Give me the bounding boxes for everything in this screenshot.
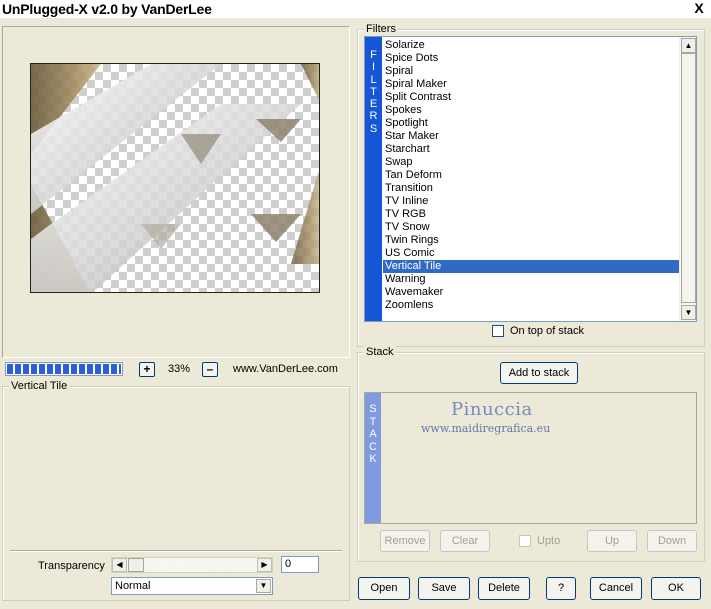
title-bar: UnPlugged-X v2.0 by VanDerLee X [0,0,711,18]
scroll-thumb[interactable] [681,53,696,303]
filter-list[interactable]: F I L T E R S Solarize Spice Dots Spiral Sp… [364,36,697,322]
vertical-tile-preview [31,64,319,292]
filter-item[interactable]: Zoomlens [383,299,680,312]
filter-item[interactable]: Warning [383,273,680,286]
scroll-up-icon[interactable]: ▲ [681,38,696,53]
filter-item[interactable]: Spice Dots [383,52,680,65]
transparency-input[interactable]: 0 [281,556,319,573]
filter-item[interactable]: Solarize [383,39,680,52]
up-button[interactable]: Up [587,530,637,552]
stack-vertical-label: S T A C K [365,393,381,523]
filter-item[interactable]: Starchart [383,143,680,156]
cancel-button[interactable]: Cancel [590,577,642,600]
filter-item[interactable]: Split Contrast [383,91,680,104]
filter-item[interactable]: Wavemaker [383,286,680,299]
stack-group-label: Stack [364,345,396,359]
delete-button[interactable]: Delete [478,577,530,600]
filter-item[interactable]: Tan Deform [383,169,680,182]
divider [10,550,342,552]
watermark-url: www.maidiregrafica.eu [421,422,551,435]
slider-thumb[interactable] [128,558,144,572]
filter-item[interactable]: Vertical Tile [383,260,680,273]
ok-button[interactable]: OK [651,577,701,600]
scroll-down-icon[interactable]: ▼ [681,305,696,320]
filter-item[interactable]: US Comic [383,247,680,260]
zoom-value: 33% [167,363,191,375]
filter-item[interactable]: Spiral [383,65,680,78]
progress-fill [7,364,121,374]
render-progress-bar [5,362,123,376]
on-top-of-stack-checkbox[interactable] [492,325,504,337]
stack-list[interactable]: S T A C K Pinuccia www.maidiregrafica.eu [364,392,697,524]
upto-checkbox[interactable] [519,535,531,547]
filters-group-label: Filters [364,22,398,36]
filter-item[interactable]: TV Snow [383,221,680,234]
slider-left-icon[interactable]: ◀ [112,558,127,572]
zoom-out-button[interactable]: – [202,362,218,377]
save-button[interactable]: Save [418,577,470,600]
blend-mode-select[interactable]: Normal ▼ [111,577,273,595]
clear-button[interactable]: Clear [440,530,490,552]
website-link[interactable]: www.VanDerLee.com [233,362,338,376]
filter-item[interactable]: Spiral Maker [383,78,680,91]
preview-image[interactable] [30,63,320,293]
watermark-name: Pinuccia [451,399,533,420]
chevron-down-icon[interactable]: ▼ [256,579,271,593]
zoom-in-button[interactable]: + [139,362,155,377]
close-button[interactable]: X [691,1,707,16]
filter-item[interactable]: TV Inline [383,195,680,208]
down-button[interactable]: Down [647,530,697,552]
filter-items: Solarize Spice Dots Spiral Spiral Maker Spli… [383,39,680,312]
filters-vertical-label: F I L T E R S [365,37,382,321]
filter-item[interactable]: Twin Rings [383,234,680,247]
slider-right-icon[interactable]: ▶ [257,558,272,572]
filter-item[interactable]: Spotlight [383,117,680,130]
upto-label: Upto [537,535,561,547]
window-title: UnPlugged-X v2.0 by VanDerLee [2,1,212,17]
filter-item[interactable]: Transition [383,182,680,195]
on-top-of-stack-label: On top of stack [510,325,584,337]
blend-mode-value: Normal [115,580,151,592]
filter-item[interactable]: Swap [383,156,680,169]
filter-list-scrollbar[interactable]: ▲ ▼ [679,37,696,321]
transparency-label: Transparency [38,560,105,572]
filter-item[interactable]: TV RGB [383,208,680,221]
transparency-slider[interactable]: ◀ ▶ [111,557,273,573]
filter-item[interactable]: Star Maker [383,130,680,143]
help-button[interactable]: ? [546,577,576,600]
current-filter-label: Vertical Tile [9,379,70,393]
open-button[interactable]: Open [358,577,410,600]
add-to-stack-button[interactable]: Add to stack [500,362,578,384]
filter-item[interactable]: Spokes [383,104,680,117]
remove-button[interactable]: Remove [380,530,430,552]
